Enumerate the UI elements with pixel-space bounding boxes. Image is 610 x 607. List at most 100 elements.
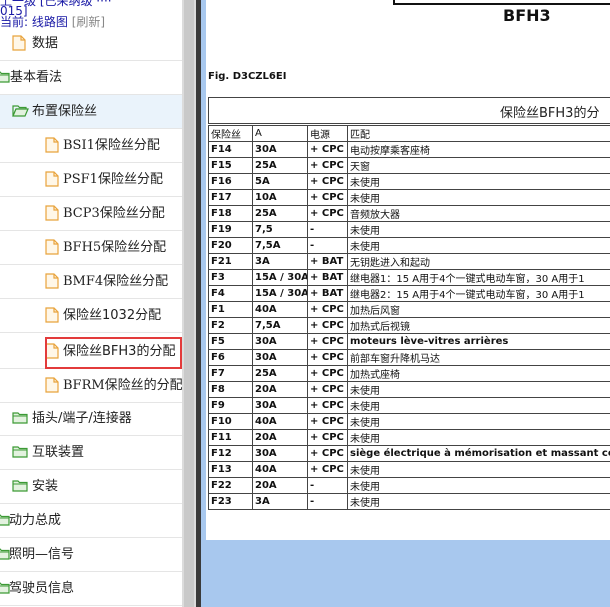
cell-assignment: 未使用 xyxy=(347,429,610,446)
cell-amps: 15A / 30A xyxy=(252,285,308,302)
cell-power: + CPC xyxy=(307,461,348,478)
table-row: F8 20A + CPC 未使用 xyxy=(208,381,610,398)
document-viewer: BFH3 Fig. D3CZL6EI 保险丝BFH3的分 保险丝 A 电源 匹配… xyxy=(201,0,610,607)
tree-item[interactable]: BFRM保险丝的分配 xyxy=(0,369,182,403)
cell-assignment: 前部车窗升降机马达 xyxy=(347,349,610,366)
tree-item[interactable]: 互联装置 xyxy=(0,436,182,470)
cell-assignment: 未使用 xyxy=(347,397,610,414)
header-power: 电源 xyxy=(307,125,348,142)
sidebar-scrollbar-thumb[interactable] xyxy=(184,0,194,607)
folder-open-icon xyxy=(12,103,29,122)
cell-fuse: F12 xyxy=(208,445,253,462)
cell-amps: 10A xyxy=(252,189,308,206)
header-amps: A xyxy=(252,125,308,142)
table-row: F21 3A + BAT 无钥匙进入和起动 xyxy=(208,253,610,270)
cell-assignment: moteurs lève-vitres arrières xyxy=(347,333,610,350)
table-row: F20 7,5A - 未使用 xyxy=(208,237,610,254)
cell-amps: 15A / 30A xyxy=(252,269,308,286)
cell-power: + BAT xyxy=(307,269,348,286)
cell-assignment: 加热式后视镜 xyxy=(347,317,610,334)
tree-item[interactable]: BMF4保险丝分配 xyxy=(0,265,182,299)
tree-item-label: 互联装置 xyxy=(32,445,85,460)
document-icon xyxy=(45,273,59,293)
cell-amps: 40A xyxy=(252,413,308,430)
tree-item[interactable]: 布置保险丝 xyxy=(0,95,182,129)
folder-icon xyxy=(12,444,29,463)
cell-assignment: 未使用 xyxy=(347,237,610,254)
table-row: F1 40A + CPC 加热后风窗 xyxy=(208,301,610,318)
cell-amps: 20A xyxy=(252,429,308,446)
tree-item-label: 驾驶员信息 xyxy=(9,581,75,596)
cell-amps: 25A xyxy=(252,157,308,174)
cell-fuse: F17 xyxy=(208,189,253,206)
tree-item[interactable]: PSF1保险丝分配 xyxy=(0,163,182,197)
table-row: F19 7,5- 未使用 xyxy=(208,221,610,238)
cell-amps: 25A xyxy=(252,365,308,382)
table-row: F10 40A + CPC 未使用 xyxy=(208,413,610,430)
figure-reference: Fig. D3CZL6EI xyxy=(208,71,287,82)
cell-assignment: 音频放大器 xyxy=(347,205,610,222)
tree-item[interactable]: BCP3保险丝分配 xyxy=(0,197,182,231)
tree-item[interactable]: 保险丝1032分配 xyxy=(0,299,182,333)
cell-fuse: F23 xyxy=(208,493,253,510)
cell-power: + CPC xyxy=(307,189,348,206)
cell-assignment: 加热后风窗 xyxy=(347,301,610,318)
table-row: F12 30A + CPC siège électrique à mémorisati… xyxy=(208,445,610,462)
cell-power: + BAT xyxy=(307,253,348,270)
table-row: F18 25A + CPC 音频放大器 xyxy=(208,205,610,222)
cell-power: + BAT xyxy=(307,285,348,302)
cell-fuse: F2 xyxy=(208,317,253,334)
cell-fuse: F16 xyxy=(208,173,253,190)
cell-assignment: 未使用 xyxy=(347,461,610,478)
sidebar-tree: 上一级 [已采纳级 ···· 015] 当前: 线路图 [刷新] 数据 基本看法布… xyxy=(0,0,182,607)
tree-item[interactable]: 照明—信号 xyxy=(0,538,182,572)
cell-fuse: F7 xyxy=(208,365,253,382)
table-row: F15 25A + CPC 天窗 xyxy=(208,157,610,174)
cell-amps: 30A xyxy=(252,141,308,158)
cell-assignment: 未使用 xyxy=(347,493,610,510)
cell-power: + CPC xyxy=(307,157,348,174)
cell-fuse: F14 xyxy=(208,141,253,158)
tree-item-label: BMF4保险丝分配 xyxy=(63,274,169,289)
selected-item-highlight xyxy=(45,337,182,369)
tree-item[interactable]: BSI1保险丝分配 xyxy=(0,129,182,163)
cell-assignment: siège électrique à mémorisation et massa… xyxy=(347,445,610,462)
cell-fuse: F9 xyxy=(208,397,253,414)
cell-fuse: F11 xyxy=(208,429,253,446)
cell-assignment: 未使用 xyxy=(347,413,610,430)
tree-item[interactable]: 插头/端子/连接器 xyxy=(0,402,182,436)
cell-amps: 7,5A xyxy=(252,317,308,334)
cell-assignment: 继电器1：15 A用于4个一键式电动车窗，30 A用于1 xyxy=(347,269,610,286)
tree-item[interactable]: 动力总成 xyxy=(0,504,182,538)
table-row: F13 40A + CPC 未使用 xyxy=(208,461,610,478)
cell-power: + CPC xyxy=(307,413,348,430)
tree-item-label: BCP3保险丝分配 xyxy=(63,206,165,221)
cell-amps: 20A xyxy=(252,477,308,494)
folder-icon xyxy=(12,410,29,429)
cell-power: + CPC xyxy=(307,301,348,318)
cell-assignment: 电动按摩乘客座椅 xyxy=(347,141,610,158)
cell-amps: 7,5 xyxy=(252,221,308,238)
tree-item[interactable]: BFH5保险丝分配 xyxy=(0,231,182,265)
tree-item[interactable]: 驾驶员信息 xyxy=(0,572,182,606)
cell-amps: 40A xyxy=(252,301,308,318)
table-row: F23 3A - 未使用 xyxy=(208,493,610,510)
fuse-table: 保险丝 A 电源 匹配 F14 30A + CPC 电动按摩乘客座椅 F15 25A + C… xyxy=(208,125,610,510)
cell-amps: 5A xyxy=(252,173,308,190)
table-row: F3 15A / 30A + BAT 继电器1：15 A用于4个一键式电动车窗，30 … xyxy=(208,269,610,286)
tree-item[interactable]: 基本看法 xyxy=(0,61,182,95)
cell-fuse: F22 xyxy=(208,477,253,494)
header-fuse: 保险丝 xyxy=(208,125,253,142)
tree-item-label: BFRM保险丝的分配 xyxy=(63,378,182,393)
cell-power: - xyxy=(307,221,348,238)
cell-power: - xyxy=(307,493,348,510)
cell-power: + CPC xyxy=(307,205,348,222)
cell-fuse: F10 xyxy=(208,413,253,430)
tree-item[interactable]: 数据 xyxy=(0,27,182,61)
table-row: F5 30A + CPC moteurs lève-vitres arrières xyxy=(208,333,610,350)
tree-item[interactable]: 安装 xyxy=(0,470,182,504)
table-row: F2 7,5A + CPC 加热式后视镜 xyxy=(208,317,610,334)
cell-assignment: 无钥匙进入和起动 xyxy=(347,253,610,270)
cell-assignment: 继电器2：15 A用于4个一键式电动车窗，30 A用于1 xyxy=(347,285,610,302)
table-row: F7 25A + CPC 加热式座椅 xyxy=(208,365,610,382)
